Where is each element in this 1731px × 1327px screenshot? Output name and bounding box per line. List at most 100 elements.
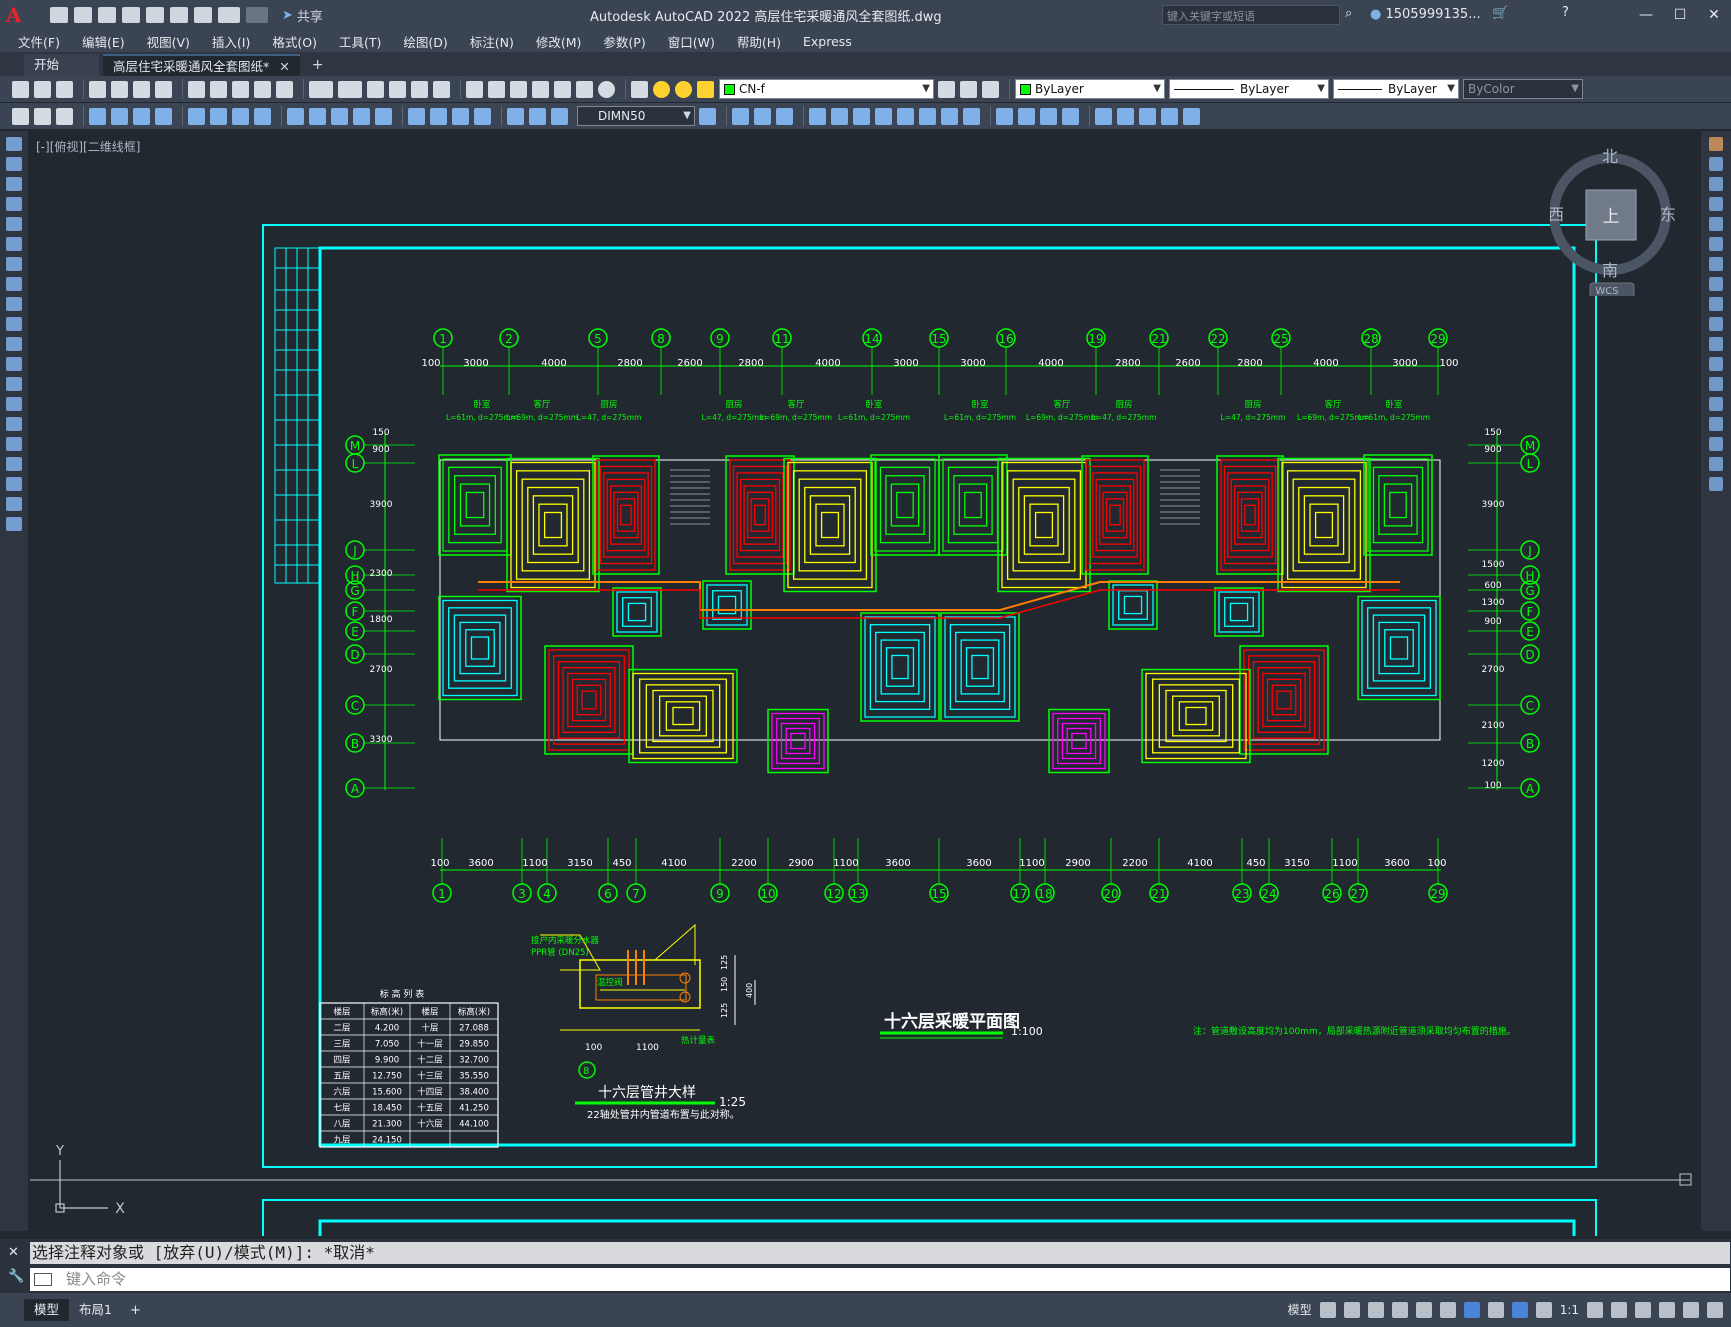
- ellipse-icon[interactable]: [6, 317, 22, 331]
- offset-icon[interactable]: [1709, 197, 1723, 211]
- break-icon[interactable]: [941, 107, 958, 125]
- tab-layout1[interactable]: 布局1: [69, 1299, 122, 1321]
- menu-tools[interactable]: 工具(T): [339, 32, 381, 51]
- isometric-icon[interactable]: [1439, 1301, 1456, 1318]
- construction-line-icon[interactable]: [6, 157, 22, 171]
- pan-icon[interactable]: [367, 80, 384, 98]
- layer-previous-icon[interactable]: [960, 80, 977, 98]
- grid-icon[interactable]: [1319, 1301, 1336, 1318]
- tool-palettes-icon[interactable]: [510, 80, 527, 98]
- cut-icon[interactable]: [188, 80, 205, 98]
- design-center-icon[interactable]: [488, 80, 505, 98]
- angular-dim-icon[interactable]: [254, 107, 271, 125]
- menu-file[interactable]: 文件(F): [18, 32, 60, 51]
- linear-dim-icon[interactable]: [89, 107, 106, 125]
- help-icon[interactable]: ?: [1562, 5, 1569, 20]
- markup-icon[interactable]: [554, 80, 571, 98]
- gradient-icon[interactable]: [6, 437, 22, 451]
- menu-parametric[interactable]: 参数(P): [603, 32, 645, 51]
- break-at-point-icon[interactable]: [1709, 357, 1723, 371]
- lock-icon[interactable]: [697, 80, 714, 98]
- annotation-visibility-icon[interactable]: [1511, 1301, 1528, 1318]
- viewcube-west[interactable]: 西: [1548, 205, 1564, 224]
- menu-edit[interactable]: 编辑(E): [82, 32, 125, 51]
- trim-icon[interactable]: [1709, 317, 1723, 331]
- move-icon[interactable]: [809, 107, 826, 125]
- model-space-label[interactable]: 模型: [1288, 1301, 1312, 1318]
- center-mark-icon[interactable]: [430, 107, 447, 125]
- spline-icon[interactable]: [6, 297, 22, 311]
- mirror-icon[interactable]: [754, 107, 771, 125]
- copy-obj-icon[interactable]: [732, 107, 749, 125]
- cart-icon[interactable]: 🛒: [1492, 6, 1508, 21]
- wipeout-icon[interactable]: [1161, 107, 1178, 125]
- menu-window[interactable]: 窗口(W): [668, 32, 715, 51]
- tab-drawing[interactable]: 高层住宅采暖通风全套图纸* ✕: [103, 54, 300, 76]
- join-icon[interactable]: [1709, 397, 1723, 411]
- point-icon[interactable]: [6, 397, 22, 411]
- menu-draw[interactable]: 绘图(D): [403, 32, 447, 51]
- scale-icon[interactable]: [1709, 277, 1723, 291]
- circle-icon[interactable]: [6, 257, 22, 271]
- mtext-icon[interactable]: [6, 497, 22, 511]
- polygon-icon[interactable]: [6, 197, 22, 211]
- explode-icon[interactable]: [1040, 107, 1057, 125]
- ellipse-arc-icon[interactable]: [6, 337, 22, 351]
- plus-icon[interactable]: [1611, 1301, 1627, 1318]
- 3d-print-icon[interactable]: [155, 80, 172, 98]
- array-icon[interactable]: [1709, 217, 1723, 231]
- close-icon[interactable]: ✕: [279, 59, 289, 74]
- xref-icon[interactable]: [1117, 107, 1134, 125]
- sun-icon[interactable]: [675, 80, 692, 98]
- fillet-icon[interactable]: [1018, 107, 1035, 125]
- help-icon[interactable]: [598, 80, 615, 98]
- copy-icon[interactable]: [210, 80, 227, 98]
- chamfer-icon[interactable]: [996, 107, 1013, 125]
- block-editor-icon[interactable]: [276, 80, 293, 98]
- radius-dim-icon[interactable]: [188, 107, 205, 125]
- search-input[interactable]: 键入关键字或短语: [1162, 5, 1340, 25]
- customize-menu-icon[interactable]: [1707, 1301, 1723, 1318]
- new-icon[interactable]: [12, 80, 29, 98]
- drawing-svg[interactable]: 1 2 5 8 9 11 14 15 16 19 21 22 25 28 29100 3000 4000 2800…: [30, 131, 1700, 1236]
- snap-icon[interactable]: [1343, 1301, 1360, 1318]
- jogged-linear-icon[interactable]: [474, 107, 491, 125]
- annotation-icon[interactable]: [56, 107, 73, 125]
- open-icon[interactable]: [74, 7, 92, 23]
- wrench-icon[interactable]: 🔧: [8, 1269, 24, 1284]
- properties-icon[interactable]: [466, 80, 483, 98]
- menu-express[interactable]: Express: [803, 34, 852, 49]
- table-icon[interactable]: [6, 477, 22, 491]
- array-icon[interactable]: [1062, 107, 1079, 125]
- arc-icon[interactable]: [6, 237, 22, 251]
- stretch-icon[interactable]: [1709, 297, 1723, 311]
- viewcube-south[interactable]: 南: [1602, 261, 1618, 280]
- dim-space-icon[interactable]: [353, 107, 370, 125]
- revcloud-icon[interactable]: [6, 277, 22, 291]
- save-as-icon[interactable]: [122, 7, 140, 23]
- plotstyle-select[interactable]: ByColor ▼: [1463, 79, 1583, 99]
- blend-icon[interactable]: [1709, 457, 1723, 471]
- dim-text-edit-icon[interactable]: [529, 107, 546, 125]
- annotation-scale-value[interactable]: 1:1: [1560, 1303, 1579, 1317]
- tab-model[interactable]: 模型: [24, 1299, 70, 1321]
- maximize-button[interactable]: ☐: [1663, 0, 1697, 30]
- preview-icon[interactable]: [111, 80, 128, 98]
- clean-screen-icon[interactable]: [1683, 1301, 1699, 1318]
- dimstyle-select[interactable]: DIMN50 ▼: [577, 106, 695, 126]
- app-logo[interactable]: A: [6, 4, 28, 26]
- stretch-icon[interactable]: [875, 107, 892, 125]
- chamfer-icon[interactable]: [1709, 417, 1723, 431]
- add-tab-icon[interactable]: +: [312, 54, 324, 76]
- jogged-dim-icon[interactable]: [210, 107, 227, 125]
- close-icon[interactable]: ✕: [8, 1245, 19, 1260]
- copy-icon[interactable]: [1709, 157, 1723, 171]
- join-icon[interactable]: [963, 107, 980, 125]
- workspace-gear-icon[interactable]: [1587, 1301, 1603, 1318]
- baseline-dim-icon[interactable]: [309, 107, 326, 125]
- attribute-icon[interactable]: [34, 107, 51, 125]
- menu-modify[interactable]: 修改(M): [536, 32, 582, 51]
- linetype-select[interactable]: ByLayer ▼: [1169, 79, 1329, 99]
- trim-icon[interactable]: [897, 107, 914, 125]
- paste-icon[interactable]: [232, 80, 249, 98]
